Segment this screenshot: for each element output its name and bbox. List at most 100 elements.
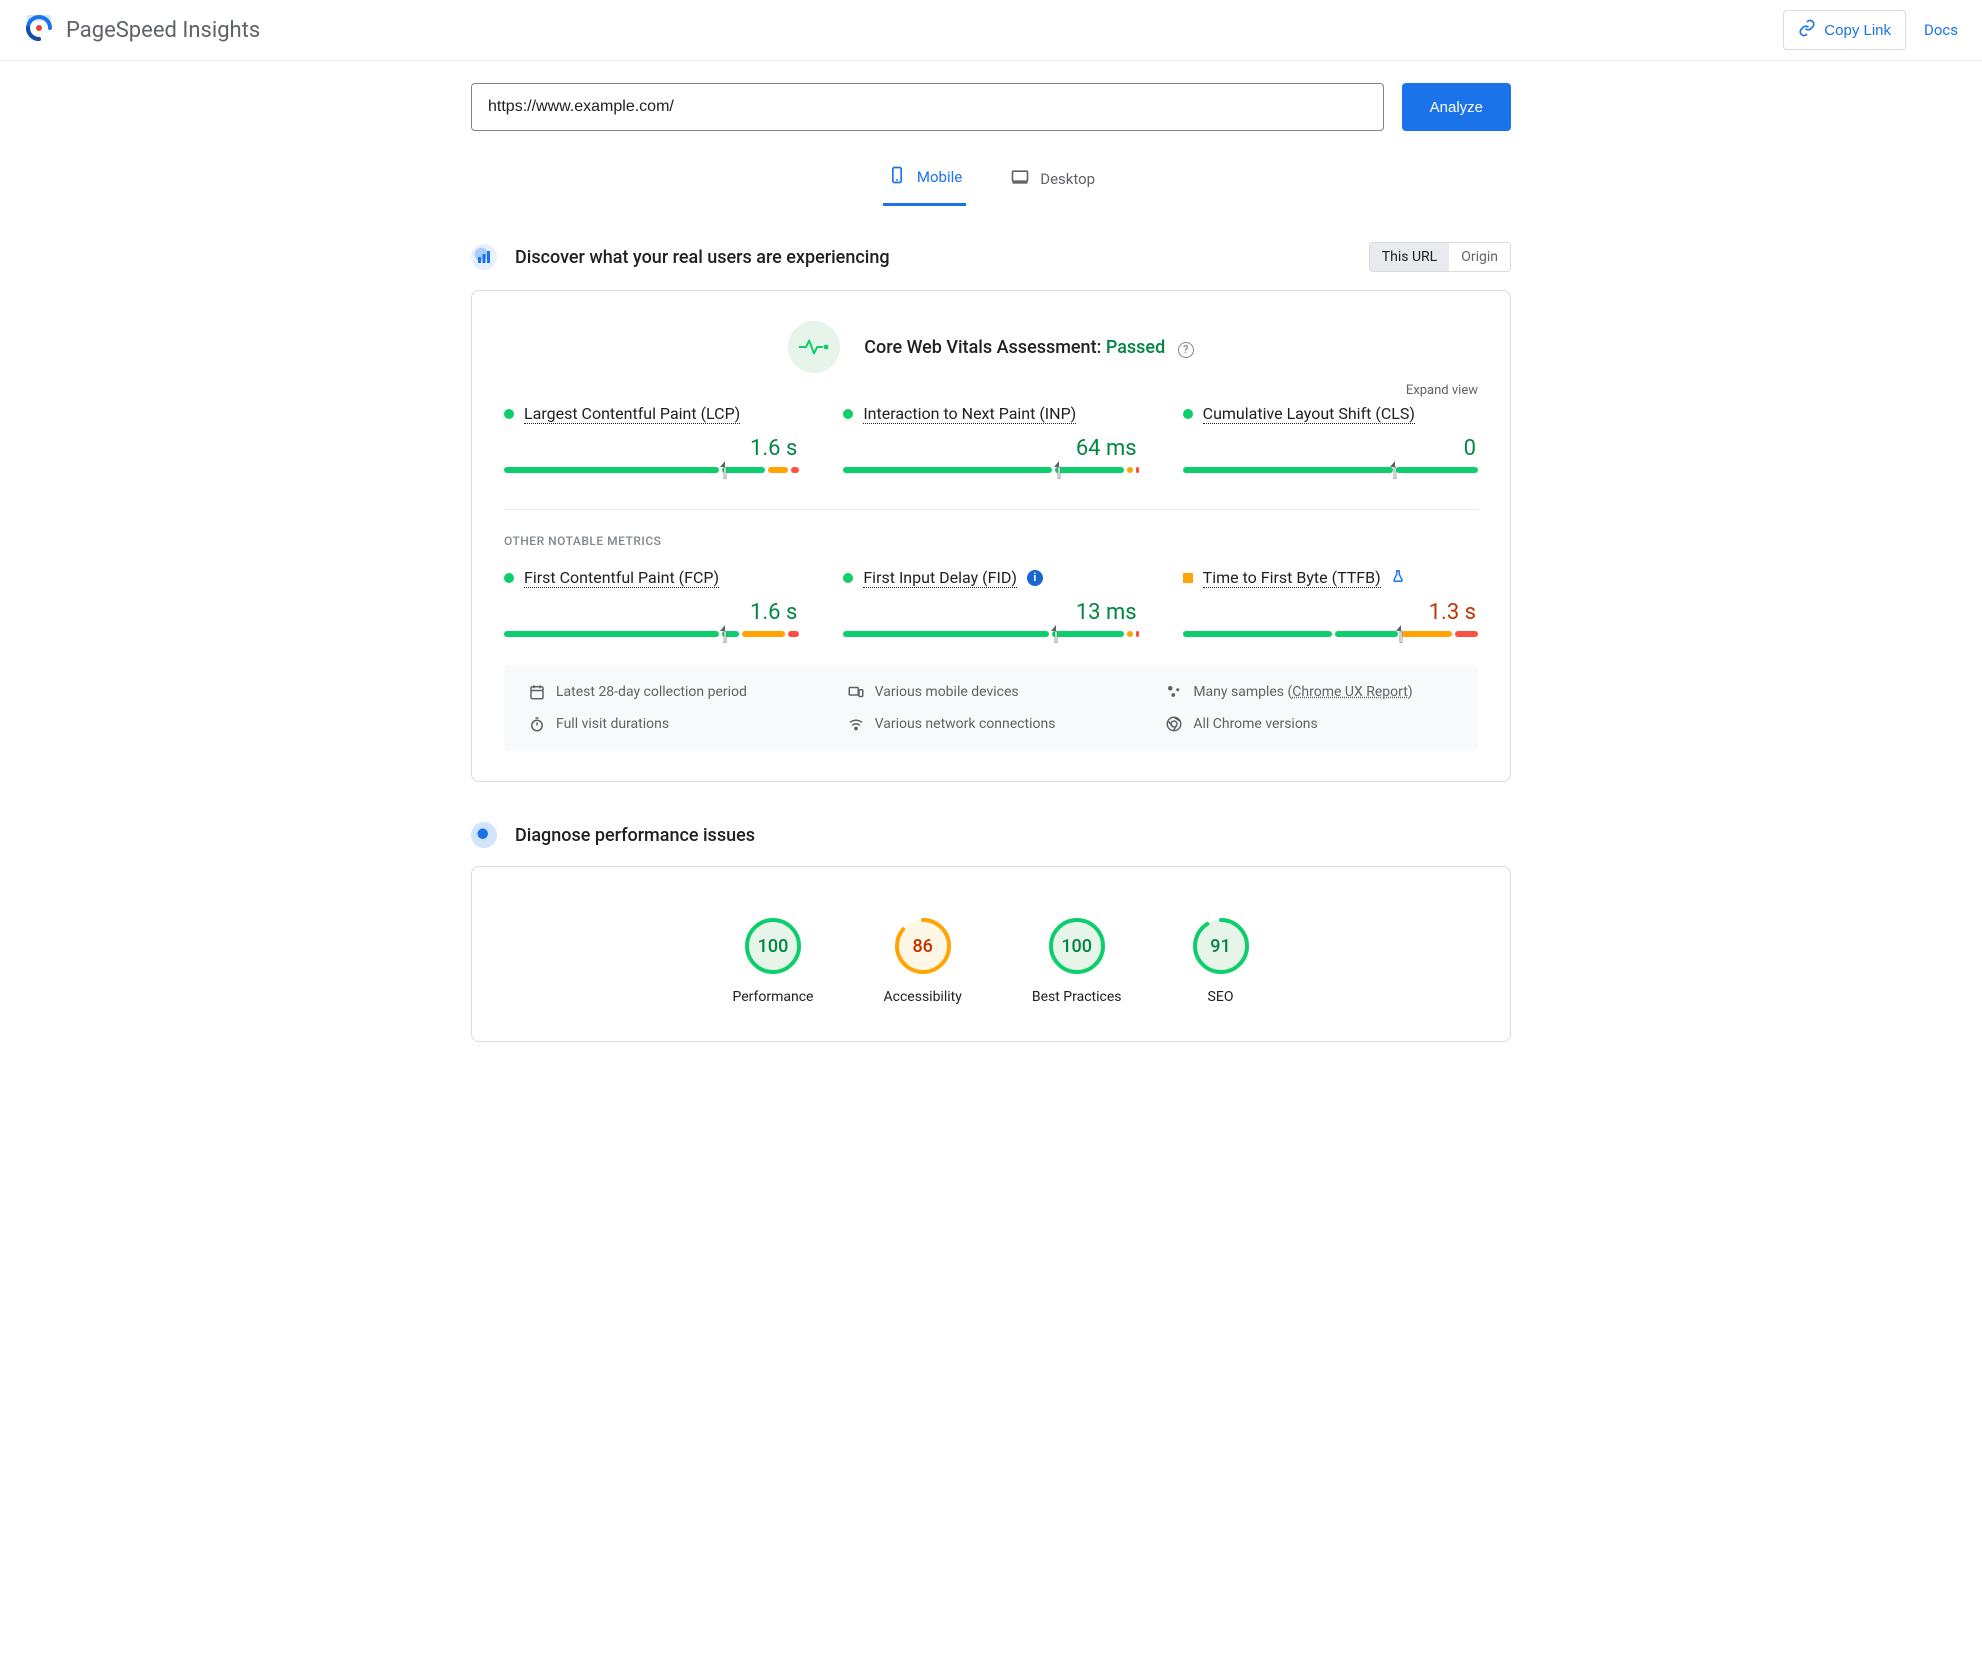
distribution-bar	[843, 467, 1138, 473]
metric-ttfb: Time to First Byte (TTFB) 1.3 s	[1183, 568, 1478, 637]
mobile-icon	[887, 165, 907, 189]
stopwatch-icon	[528, 715, 546, 733]
metric-value: 64 ms	[843, 436, 1136, 461]
metric-fid: First Input Delay (FID) i 13 ms	[843, 568, 1138, 637]
help-icon[interactable]: ?	[1178, 342, 1194, 358]
score-gauges: 100 Performance 86 Accessibility 100Best Pra…	[504, 897, 1478, 1011]
link-icon	[1798, 19, 1816, 41]
toggle-origin[interactable]: Origin	[1449, 243, 1510, 271]
url-form: Analyze	[471, 83, 1511, 131]
gauge-icon: 100	[1048, 917, 1106, 975]
score-seo[interactable]: 91 SEO	[1192, 917, 1250, 1005]
devices-icon	[847, 683, 865, 701]
gauge-value: 91	[1192, 917, 1250, 975]
toggle-this-url[interactable]: This URL	[1370, 243, 1449, 271]
wifi-icon	[847, 715, 865, 733]
tab-desktop[interactable]: Desktop	[1006, 159, 1099, 206]
info-period: Latest 28-day collection period	[528, 683, 817, 701]
crux-link[interactable]: Chrome UX Report	[1292, 684, 1407, 700]
tab-mobile[interactable]: Mobile	[883, 159, 966, 206]
metric-lcp: Largest Contentful Paint (LCP)1.6 s	[504, 404, 799, 473]
gauge-value: 100	[744, 917, 802, 975]
metric-name[interactable]: Cumulative Layout Shift (CLS)	[1203, 404, 1415, 424]
samples-icon	[1165, 683, 1183, 701]
brand: PageSpeed Insights	[24, 13, 260, 47]
header-actions: Copy Link Docs	[1783, 10, 1958, 50]
status-indicator	[1183, 573, 1193, 583]
gauge-icon: 100	[744, 917, 802, 975]
status-indicator	[1183, 409, 1193, 419]
threshold-marker	[1054, 461, 1064, 479]
metric-value: 0	[1183, 436, 1476, 461]
status-indicator	[843, 409, 853, 419]
distribution-bar	[843, 631, 1138, 637]
scope-toggle: This URL Origin	[1369, 242, 1511, 272]
threshold-marker	[1051, 625, 1061, 643]
threshold-marker	[1396, 625, 1406, 643]
device-tabs: Mobile Desktop	[471, 159, 1511, 206]
logo-icon	[24, 13, 54, 47]
info-browsers: All Chrome versions	[1165, 715, 1454, 733]
lab-section-title: Diagnose performance issues	[515, 825, 755, 846]
threshold-marker	[720, 625, 730, 643]
field-section-title: Discover what your real users are experi…	[515, 247, 890, 268]
metric-value: 1.3 s	[1183, 600, 1476, 625]
metrics-divider	[504, 509, 1478, 510]
status-indicator	[843, 573, 853, 583]
field-section-head: Discover what your real users are experi…	[471, 242, 1511, 272]
status-indicator	[504, 573, 514, 583]
cwv-badge-icon	[788, 321, 840, 373]
other-metrics-grid: First Contentful Paint (FCP)1.6 sFirst I…	[504, 568, 1478, 637]
score-performance[interactable]: 100 Performance	[733, 917, 814, 1005]
other-metrics-title: OTHER NOTABLE METRICS	[504, 534, 1478, 548]
lab-section-head: Diagnose performance issues	[471, 822, 1511, 848]
lab-section-icon	[471, 822, 497, 848]
gauge-icon: 86	[894, 917, 952, 975]
field-data-card: Core Web Vitals Assessment: Passed ? Exp…	[471, 290, 1511, 782]
distribution-bar	[1183, 631, 1478, 637]
cwv-assessment: Core Web Vitals Assessment: Passed ?	[504, 321, 1478, 373]
lab-card: 100 Performance 86 Accessibility 100Best Pra…	[471, 866, 1511, 1042]
chrome-icon	[1165, 715, 1183, 733]
tab-mobile-label: Mobile	[917, 168, 962, 186]
distribution-bar	[504, 631, 799, 637]
score-best-practices[interactable]: 100Best Practices	[1032, 917, 1122, 1005]
collection-info-box: Latest 28-day collection period Various …	[504, 665, 1478, 751]
score-accessibility[interactable]: 86 Accessibility	[884, 917, 962, 1005]
info-samples: Many samples (Chrome UX Report)	[1165, 683, 1454, 701]
copy-link-button[interactable]: Copy Link	[1783, 10, 1906, 50]
metric-name[interactable]: Interaction to Next Paint (INP)	[863, 404, 1076, 424]
docs-link[interactable]: Docs	[1924, 21, 1958, 39]
metric-cls: Cumulative Layout Shift (CLS) 0	[1183, 404, 1478, 473]
info-visit: Full visit durations	[528, 715, 817, 733]
calendar-icon	[528, 683, 546, 701]
copy-link-label: Copy Link	[1824, 22, 1891, 39]
threshold-marker	[720, 461, 730, 479]
distribution-bar	[1183, 467, 1478, 473]
score-label: SEO	[1208, 989, 1234, 1005]
metric-inp: Interaction to Next Paint (INP) 64 ms	[843, 404, 1138, 473]
url-input[interactable]	[471, 83, 1384, 131]
score-label: Performance	[733, 989, 814, 1005]
app-header: PageSpeed Insights Copy Link Docs	[0, 0, 1982, 61]
cwv-text: Core Web Vitals Assessment: Passed ?	[864, 337, 1193, 358]
threshold-marker	[1390, 461, 1400, 479]
expand-view-link[interactable]: Expand view	[504, 383, 1478, 404]
core-metrics-grid: Largest Contentful Paint (LCP)1.6 s Inter…	[504, 404, 1478, 473]
metric-value: 13 ms	[843, 600, 1136, 625]
desktop-icon	[1010, 167, 1030, 191]
metric-name[interactable]: Time to First Byte (TTFB)	[1203, 568, 1381, 588]
metric-name[interactable]: First Input Delay (FID)	[863, 568, 1017, 588]
metric-name[interactable]: Largest Contentful Paint (LCP)	[524, 404, 740, 424]
analyze-button[interactable]: Analyze	[1402, 83, 1511, 131]
cwv-label: Core Web Vitals Assessment:	[864, 337, 1101, 358]
gauge-icon: 91	[1192, 917, 1250, 975]
info-icon[interactable]: i	[1027, 570, 1043, 586]
score-label: Accessibility	[884, 989, 962, 1005]
distribution-bar	[504, 467, 799, 473]
info-network: Various network connections	[847, 715, 1136, 733]
info-devices: Various mobile devices	[847, 683, 1136, 701]
app-title: PageSpeed Insights	[66, 18, 260, 43]
gauge-value: 86	[894, 917, 952, 975]
metric-name[interactable]: First Contentful Paint (FCP)	[524, 568, 719, 588]
